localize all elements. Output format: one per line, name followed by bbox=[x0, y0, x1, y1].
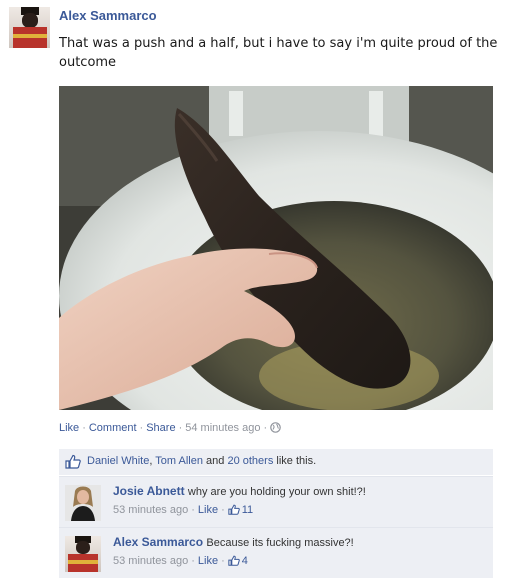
separator: · bbox=[263, 422, 268, 434]
post-actions: Like · Comment · Share · 54 minutes ago · bbox=[59, 422, 281, 436]
likes-comma: , bbox=[149, 455, 153, 467]
comment-like-link[interactable]: Like bbox=[198, 504, 218, 516]
separator: · bbox=[191, 504, 195, 516]
comment-text: Because its fucking massive?! bbox=[206, 537, 354, 549]
seat-hinge-right bbox=[369, 91, 383, 136]
liker-tom-allen[interactable]: Tom Allen bbox=[155, 455, 203, 467]
like-link[interactable]: Like bbox=[59, 422, 79, 434]
comment-timestamp[interactable]: 53 minutes ago bbox=[113, 504, 188, 516]
separator: · bbox=[221, 504, 225, 516]
thumbs-up-icon bbox=[228, 555, 240, 569]
share-link[interactable]: Share bbox=[146, 422, 175, 434]
avatar-shirt-stripe bbox=[13, 34, 47, 38]
likes-others-link[interactable]: 20 others bbox=[227, 455, 273, 467]
comment-item: Alex Sammarco Because its fucking massiv… bbox=[59, 527, 493, 578]
likes-text: Daniel White, Tom Allen and 20 others li… bbox=[87, 455, 316, 467]
comment-timestamp[interactable]: 53 minutes ago bbox=[113, 555, 188, 567]
comment-like-count-value: 4 bbox=[241, 555, 248, 567]
comment-author[interactable]: Alex Sammarco bbox=[113, 535, 203, 549]
comment-like-count[interactable]: 4 bbox=[228, 555, 248, 567]
comment-like-link[interactable]: Like bbox=[198, 555, 218, 567]
avatar-head bbox=[76, 541, 90, 554]
commenter-avatar[interactable] bbox=[65, 536, 101, 572]
comment-body: Alex Sammarco Because its fucking massiv… bbox=[113, 535, 354, 549]
thumbs-up-icon bbox=[65, 454, 81, 472]
comment-like-count-value: 11 bbox=[241, 504, 254, 516]
thumbs-up-icon bbox=[228, 504, 240, 518]
comment-author[interactable]: Josie Abnett bbox=[113, 484, 185, 498]
post-timestamp[interactable]: 54 minutes ago bbox=[185, 422, 260, 434]
post-author-name[interactable]: Alex Sammarco bbox=[59, 8, 157, 23]
post-photo[interactable] bbox=[59, 86, 493, 410]
comment-body: Josie Abnett why are you holding your ow… bbox=[113, 484, 366, 498]
separator: · bbox=[82, 422, 86, 434]
likes-bar: Daniel White, Tom Allen and 20 others li… bbox=[59, 449, 493, 475]
comment-item: Josie Abnett why are you holding your ow… bbox=[59, 476, 493, 527]
comment-text: why are you holding your own shit!?! bbox=[187, 486, 366, 498]
comment-meta: 53 minutes ago · Like · 4 bbox=[113, 555, 248, 569]
separator: · bbox=[191, 555, 195, 567]
comment-link[interactable]: Comment bbox=[89, 422, 137, 434]
separator: · bbox=[178, 422, 183, 434]
comment-meta: 53 minutes ago · Like · 11 bbox=[113, 504, 253, 518]
seat-hinge-left bbox=[229, 91, 243, 136]
avatar-head bbox=[22, 13, 38, 28]
photo-illustration bbox=[59, 86, 493, 410]
commenter-photo bbox=[65, 485, 101, 521]
separator: · bbox=[221, 555, 225, 567]
likes-suffix: like this. bbox=[276, 455, 317, 467]
comment-like-count[interactable]: 11 bbox=[228, 504, 253, 516]
avatar-shirt-stripe bbox=[68, 560, 98, 564]
separator: · bbox=[139, 422, 144, 434]
post-status-text: That was a push and a half, but i have t… bbox=[59, 36, 498, 70]
globe-icon[interactable] bbox=[270, 422, 281, 436]
liker-daniel-white[interactable]: Daniel White bbox=[87, 455, 149, 467]
likes-and: and bbox=[206, 455, 225, 467]
author-avatar[interactable] bbox=[9, 7, 50, 48]
commenter-avatar[interactable] bbox=[65, 485, 101, 521]
